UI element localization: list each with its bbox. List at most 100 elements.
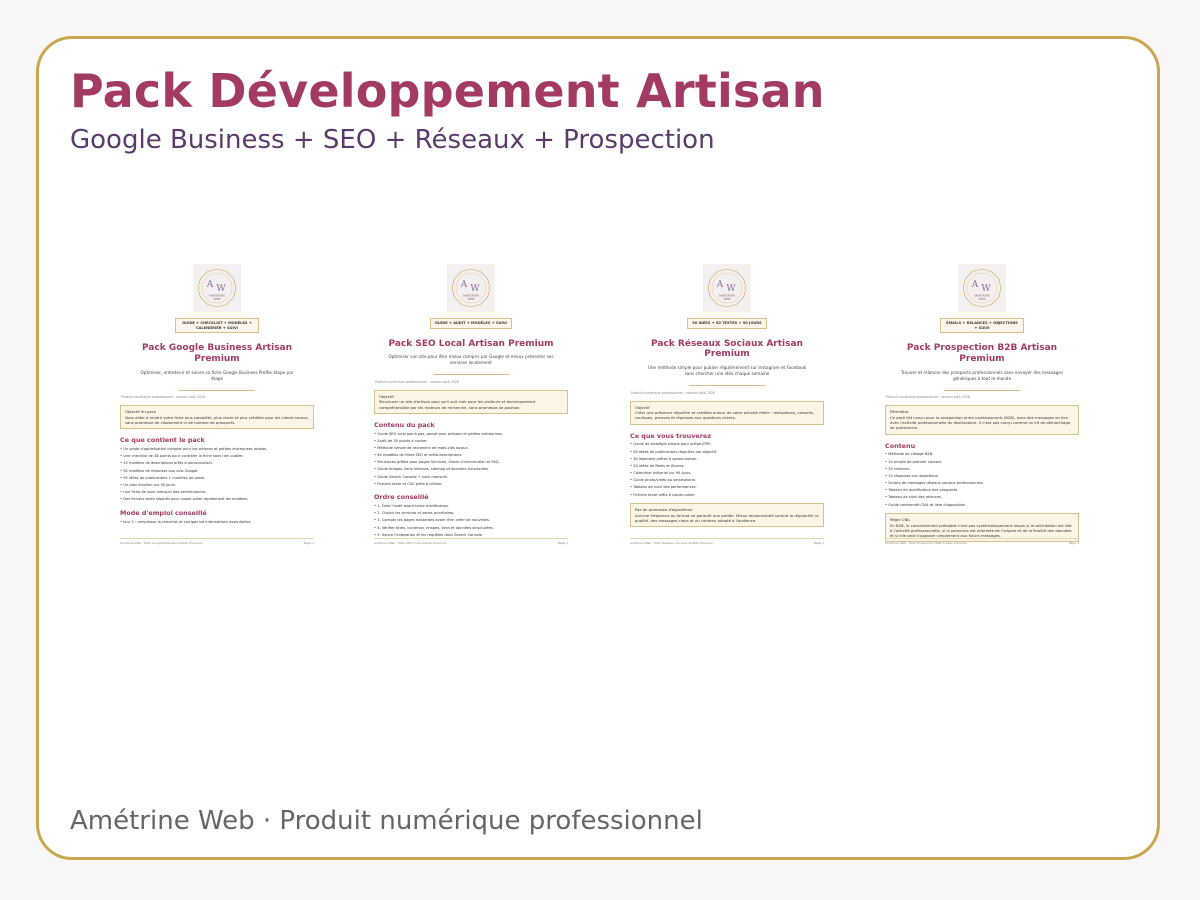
logo-wrap: A W AMÉTRINE WEB xyxy=(120,264,314,312)
list-item: Guide Search Console + suivi mensuel. xyxy=(374,475,568,480)
document-preview: A W AMÉTRINE WEB GUIDE + AUDIT + MODÈLES + S… xyxy=(374,258,568,550)
divider xyxy=(433,374,509,376)
section-heading: Contenu xyxy=(885,441,916,450)
list-item: Tableau de suivi des performances. xyxy=(630,486,824,490)
doc-tag: GUIDE + AUDIT + MODÈLES + SUIVI xyxy=(430,318,512,329)
note-box: Pas de promesse d'algorithme Aucune fréqu… xyxy=(630,503,824,528)
logo-text: WEB xyxy=(468,297,475,301)
list-item: Scripts de messages réseaux sociaux prof… xyxy=(885,481,1079,486)
logo-text: A xyxy=(460,280,468,290)
page-title: Pack Développement Artisan xyxy=(70,64,825,118)
list-item: Guide images, liens internes, sitemap et… xyxy=(374,468,568,472)
objective-box: Objectif Créer une présence régulière et … xyxy=(630,400,824,425)
document-preview: A W AMÉTRINE WEB EMAILS + RELANCES + OBJECTI… xyxy=(885,258,1079,550)
list-item: Fichiers texte prêts à copier-coller. xyxy=(630,493,824,498)
logo-text: A xyxy=(716,280,724,290)
box-text: Ce pack est conçu pour la prospection en… xyxy=(890,414,1071,431)
section-heading: Contenu du pack xyxy=(374,420,435,429)
item-list: Jour 1 : remplissez la checklist et corr… xyxy=(120,520,314,525)
list-item: 5. Suivre l'indexation et les requêtes d… xyxy=(374,533,568,538)
list-item: Des fichiers texte séparés pour copier-c… xyxy=(120,498,314,502)
list-item: Tableau de qualification des prospects. xyxy=(885,489,1079,493)
list-item: Structures prêtes pour pages Services, Z… xyxy=(374,461,568,465)
list-item: Une fiche de suivi mensuel des performan… xyxy=(120,491,314,495)
doc-title: Pack Prospection B2B Artisan Premium xyxy=(906,343,1058,365)
list-item: 2. Choisir les services et zones priorit… xyxy=(374,512,568,516)
box-text: Vous aider à rendre votre fiche plus com… xyxy=(125,414,309,426)
list-item: 3. Corriger les pages existantes avant d… xyxy=(374,519,568,523)
section-heading: Ordre conseillé xyxy=(374,493,429,502)
logo-text: WEB xyxy=(979,297,986,301)
list-item: Guide de stratégie simple pour artisan/T… xyxy=(630,443,824,447)
logo-text: W xyxy=(726,284,736,294)
list-item: 1. Faire l'audit avant toute modificatio… xyxy=(374,504,568,509)
item-list: Méthode de ciblage B2B. 20 emails de prem… xyxy=(885,453,1079,507)
logo-text: W xyxy=(981,284,991,294)
section-heading: Ce que contient le pack xyxy=(120,436,205,445)
brand-logo: A W AMÉTRINE WEB xyxy=(958,264,1006,312)
list-item: Jour 1 : remplissez la checklist et corr… xyxy=(120,520,314,525)
doc-footer: Amétrine Web · Pack SEO Local Artisan Pr… xyxy=(374,538,568,545)
list-item: Calendrier éditorial sur 90 jours. xyxy=(630,471,824,476)
doc-footer-left: Amétrine Web · Pack SEO Local Artisan Pr… xyxy=(374,541,447,545)
logo-text: W xyxy=(470,284,480,294)
doc-meta: Produit numérique professionnel · versio… xyxy=(886,395,970,400)
list-item: 20 emails de premier contact. xyxy=(885,460,1079,465)
doc-intro: Optimiser son site pour être mieux compr… xyxy=(388,354,554,366)
doc-footer-left: Amétrine Web · Pack Réseaux Sociaux Arti… xyxy=(630,541,714,545)
objective-box: Objectif du pack Vous aider à rendre votr… xyxy=(120,405,314,430)
list-item: 30 modèles de réponses aux avis Google. xyxy=(120,469,314,474)
brand-logo: A W AMÉTRINE WEB xyxy=(703,264,751,312)
doc-footer-page: Page 1 xyxy=(557,541,568,545)
doc-title: Pack Google Business Artisan Premium xyxy=(141,343,293,365)
list-item: 10 modèles de descriptions prêts à perso… xyxy=(120,462,314,466)
logo-text: W xyxy=(216,284,226,294)
doc-footer-page: Page 1 xyxy=(813,541,824,545)
doc-intro: Trouver et relancer des prospects profes… xyxy=(900,369,1064,381)
list-item: 40 modèles de titres SEO et méta descrip… xyxy=(374,453,568,458)
box-text: En B2B, le consentement préalable n'est … xyxy=(890,522,1072,539)
list-item: 20 idées de Reels et Stories. xyxy=(630,464,824,469)
logo-geometric-frame-icon: A WAMÉTRINEWEB xyxy=(707,268,747,308)
item-list: 1. Faire l'audit avant toute modificatio… xyxy=(374,504,568,538)
doc-footer-left: Amétrine Web · Pack Google Business Arti… xyxy=(120,541,203,545)
brand-logo: A W AMÉTRINE WEB xyxy=(447,264,495,312)
list-item: Fichiers texte et CSV prêts à utiliser. xyxy=(374,482,568,487)
logo-geometric-frame-icon: A WAMÉTRINEWEB xyxy=(451,268,491,308)
objective-box: Périmètre Ce pack est conçu pour la prosp… xyxy=(885,405,1079,435)
logo-wrap: A W AMÉTRINE WEB xyxy=(374,264,568,312)
list-item: Tableau de suivi des relances. xyxy=(885,496,1079,500)
list-item: 15 réponses aux objections. xyxy=(885,474,1079,479)
doc-title: Pack Réseaux Sociaux Artisan Premium xyxy=(651,338,803,360)
list-item: 4. Vérifier titres, contenus, images, li… xyxy=(374,526,568,531)
doc-footer-page: Page 1 xyxy=(303,541,314,545)
list-item: Méthode de ciblage B2B. xyxy=(885,453,1079,457)
box-text: Structurer un site d'artisan pour qu'il … xyxy=(379,399,536,410)
list-item: Guide photo/vidéo au smartphone. xyxy=(630,479,824,483)
list-item: 20 relances. xyxy=(885,467,1079,472)
logo-text: WEB xyxy=(214,297,221,301)
doc-intro: Une méthode simple pour publier régulièr… xyxy=(647,365,807,377)
logo-geometric-frame-icon: A WAMÉTRINEWEB xyxy=(962,268,1002,308)
doc-intro: Optimiser, entretenir et suivre sa fiche… xyxy=(140,369,294,381)
item-list: Guide SEO local pas à pas, pensé pour ar… xyxy=(374,432,568,487)
doc-tag: EMAILS + RELANCES + OBJECTIONS + SUIVI xyxy=(940,318,1024,334)
doc-footer-left: Amétrine Web · Pack Prospection B2B Arti… xyxy=(885,541,968,545)
logo-text: A xyxy=(206,280,214,290)
box-text: Créer une présence régulière et crédible… xyxy=(635,410,814,421)
logo-geometric-frame-icon: A WAMÉTRINEWEB xyxy=(197,268,237,308)
list-item: Guide conformité CNIL et liste d'opposit… xyxy=(885,503,1079,508)
footer-text: Amétrine Web · Produit numérique profess… xyxy=(70,806,703,836)
item-list: Un guide d'optimisation complet pour les… xyxy=(120,447,314,502)
list-item: Guide SEO local pas à pas, pensé pour ar… xyxy=(374,432,568,437)
doc-title: Pack SEO Local Artisan Premium xyxy=(388,338,554,349)
divider xyxy=(179,389,255,391)
list-item: Audit de 50 points à cocher. xyxy=(374,439,568,444)
doc-footer-page: Page 1 xyxy=(1068,541,1079,545)
document-preview: A W AMÉTRINE WEB 90 IDÉES + 30 TEXTES + 90 J… xyxy=(630,258,824,550)
doc-meta: Produit numérique professionnel · versio… xyxy=(375,380,459,385)
doc-footer: Amétrine Web · Pack Google Business Arti… xyxy=(120,538,314,545)
list-item: Un plan d'action sur 30 jours. xyxy=(120,483,314,488)
list-item: 90 idées de publications réparties par o… xyxy=(630,450,824,455)
doc-footer: Amétrine Web · Pack Prospection B2B Arti… xyxy=(885,538,1079,545)
